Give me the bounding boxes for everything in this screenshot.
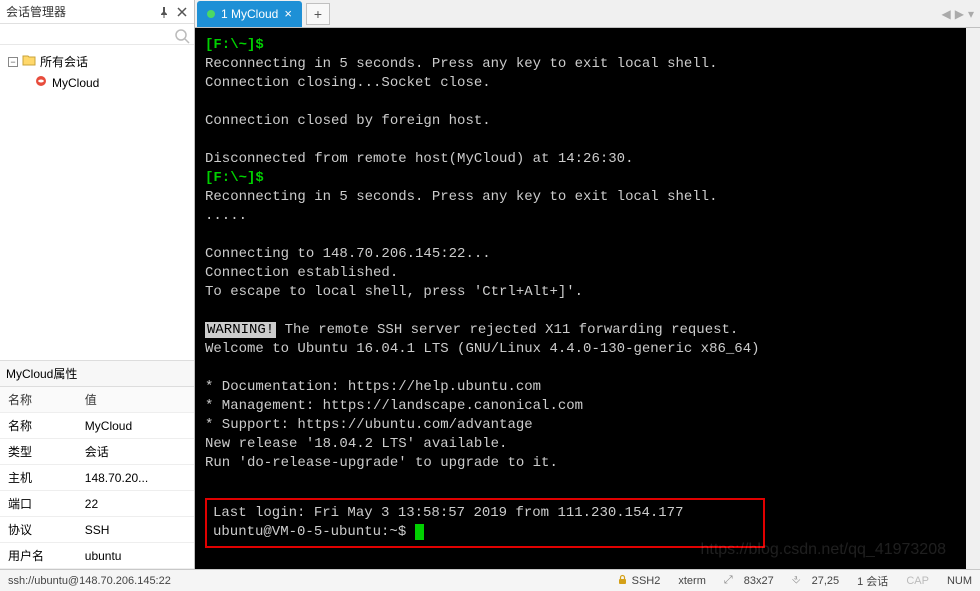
terminal-line: Welcome to Ubuntu 16.04.1 LTS (GNU/Linux… <box>205 340 956 359</box>
terminal-line: * Support: https://ubuntu.com/advantage <box>205 416 956 435</box>
table-row: 名称MyCloud <box>0 413 194 439</box>
table-row: 主机148.70.20... <box>0 465 194 491</box>
tab-close-icon[interactable]: × <box>284 6 292 21</box>
table-row: 用户名ubuntu <box>0 543 194 569</box>
status-cap: CAP <box>906 575 929 587</box>
table-row: 端口22 <box>0 491 194 517</box>
terminal-line: Connection closed by foreign host. <box>205 112 956 131</box>
status-dot-icon <box>207 10 215 18</box>
tab-nav-prev-icon[interactable]: ◀ <box>942 7 951 21</box>
terminal-line: To escape to local shell, press 'Ctrl+Al… <box>205 283 956 302</box>
tree-expander-icon[interactable]: − <box>8 57 18 67</box>
table-row: 协议SSH <box>0 517 194 543</box>
tree-root-label: 所有会话 <box>40 53 88 70</box>
terminal[interactable]: [F:\~]$ Reconnecting in 5 seconds. Press… <box>195 28 980 569</box>
props-header-name: 名称 <box>0 387 77 413</box>
terminal-line: Connection established. <box>205 264 956 283</box>
tab-mycloud[interactable]: 1 MyCloud × <box>197 1 302 27</box>
terminal-line: ..... <box>205 207 956 226</box>
status-bar: ssh://ubuntu@148.70.206.145:22 SSH2 xter… <box>0 569 980 591</box>
tab-label: 1 MyCloud <box>221 7 278 21</box>
highlighted-block: Last login: Fri May 3 13:58:57 2019 from… <box>205 498 765 548</box>
shell-prompt: ubuntu@VM-0-5-ubuntu:~$ <box>213 524 415 540</box>
terminal-prompt: [F:\~]$ <box>205 170 264 186</box>
tab-nav-next-icon[interactable]: ▶ <box>955 7 964 21</box>
status-connection: ssh://ubuntu@148.70.206.145:22 <box>8 575 171 587</box>
table-row: 类型会话 <box>0 439 194 465</box>
props-header-value: 值 <box>77 387 194 413</box>
pin-icon[interactable] <box>158 6 170 18</box>
session-tree: − 所有会话 MyCloud <box>0 45 194 360</box>
search-icon[interactable] <box>174 28 186 40</box>
terminal-line: Connection closing...Socket close. <box>205 74 956 93</box>
search-row <box>0 24 194 45</box>
status-ssh: SSH2 <box>617 574 661 588</box>
session-manager-sidebar: 会话管理器 − 所有会话 <box>0 0 195 569</box>
content-area: 1 MyCloud × + ◀ ▶ ▾ [F:\~]$ Reconnecting… <box>195 0 980 569</box>
terminal-line: WARNING! The remote SSH server rejected … <box>205 321 956 340</box>
close-icon[interactable] <box>176 6 188 18</box>
sidebar-header: 会话管理器 <box>0 0 194 24</box>
tab-nav: ◀ ▶ ▾ <box>942 7 980 21</box>
properties-title: MyCloud属性 <box>0 360 194 387</box>
terminal-line: Last login: Fri May 3 13:58:57 2019 from… <box>213 504 757 523</box>
status-term: xterm <box>678 575 706 587</box>
folder-icon <box>22 53 36 70</box>
tree-session-item[interactable]: MyCloud <box>4 72 190 93</box>
status-size: ⤢ 83x27 <box>724 574 774 587</box>
terminal-line: New release '18.04.2 LTS' available. <box>205 435 956 454</box>
terminal-prompt: [F:\~]$ <box>205 37 264 53</box>
session-icon <box>34 74 48 91</box>
properties-table: 名称 值 名称MyCloud 类型会话 主机148.70.20... 端口22 … <box>0 387 194 569</box>
terminal-line: Reconnecting in 5 seconds. Press any key… <box>205 188 956 207</box>
tab-add-button[interactable]: + <box>306 3 330 25</box>
sidebar-title: 会话管理器 <box>6 3 158 20</box>
tree-root-item[interactable]: − 所有会话 <box>4 51 190 72</box>
tree-session-label: MyCloud <box>52 76 99 90</box>
terminal-line: Disconnected from remote host(MyCloud) a… <box>205 150 956 169</box>
terminal-line: Connecting to 148.70.206.145:22... <box>205 245 956 264</box>
status-num: NUM <box>947 575 972 587</box>
status-sessions: 1 会话 <box>857 573 888 589</box>
terminal-line: Run 'do-release-upgrade' to upgrade to i… <box>205 454 956 473</box>
cursor-icon <box>415 524 424 540</box>
terminal-line: Reconnecting in 5 seconds. Press any key… <box>205 55 956 74</box>
terminal-line: * Documentation: https://help.ubuntu.com <box>205 378 956 397</box>
warning-badge: WARNING! <box>205 322 276 338</box>
tab-bar: 1 MyCloud × + ◀ ▶ ▾ <box>195 0 980 28</box>
lock-icon <box>617 574 628 588</box>
status-pos: ⎀ 27,25 <box>792 574 839 587</box>
terminal-line: * Management: https://landscape.canonica… <box>205 397 956 416</box>
tab-nav-menu-icon[interactable]: ▾ <box>968 7 974 21</box>
